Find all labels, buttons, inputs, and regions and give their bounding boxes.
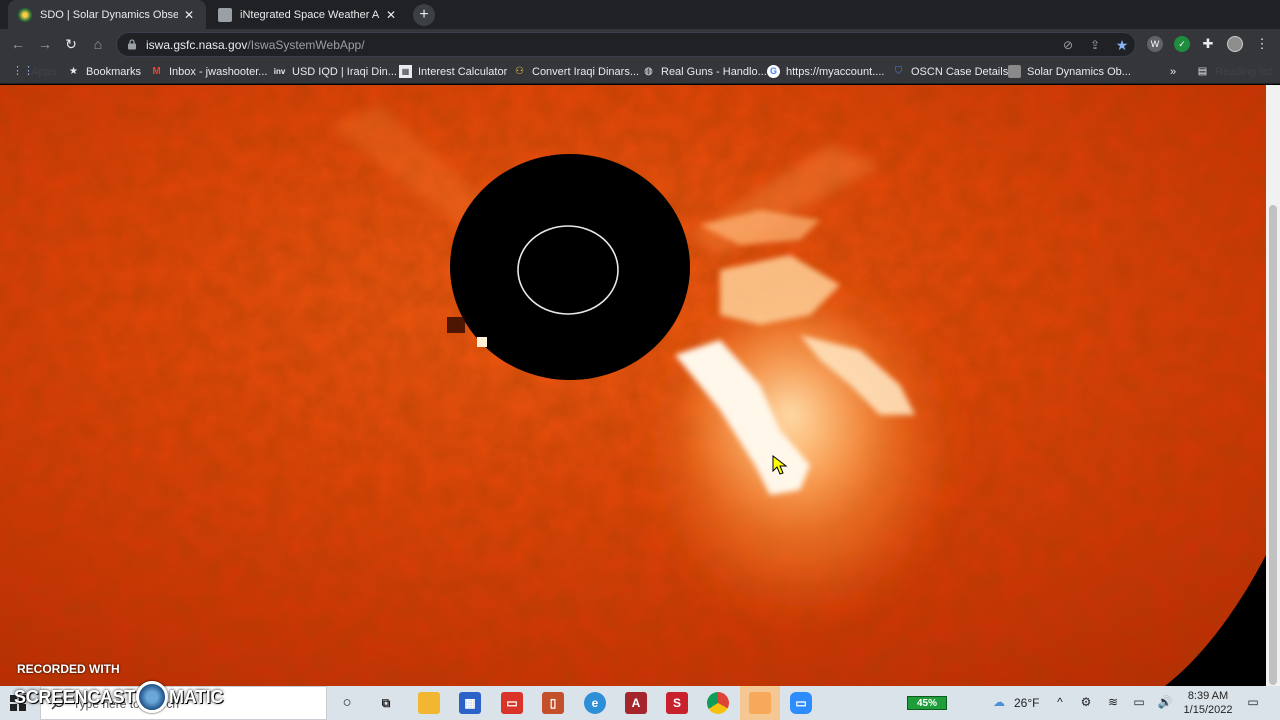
bookmark-label: Real Guns - Handlo... bbox=[661, 65, 767, 78]
bookmark-label: Solar Dynamics Ob... bbox=[1027, 65, 1131, 78]
share-icon[interactable]: ⇪ bbox=[1088, 38, 1102, 52]
back-arrow-icon[interactable]: ← bbox=[9, 35, 27, 53]
edge-icon[interactable]: e bbox=[584, 692, 606, 714]
extensions-puzzle-icon[interactable]: ✚ bbox=[1200, 36, 1216, 52]
w-extension-icon[interactable]: W bbox=[1147, 36, 1163, 52]
store-icon[interactable]: ▦ bbox=[459, 692, 481, 714]
reading-list-icon: ▤ bbox=[1197, 66, 1208, 77]
globe-icon: ◍ bbox=[644, 66, 653, 77]
reading-list-label: Reading list bbox=[1215, 65, 1273, 78]
iswa-favicon-icon bbox=[218, 7, 232, 22]
tab-sdo[interactable]: SDO | Solar Dynamics Observato ✕ bbox=[8, 0, 206, 29]
document-icon[interactable]: ▯ bbox=[542, 692, 564, 714]
cortana-icon[interactable]: ○ bbox=[336, 692, 358, 714]
bookmarks-bar: ⋮⋮ Apps ★ Bookmarks M Inbox - jwashooter… bbox=[0, 59, 1280, 84]
task-view-icon[interactable]: ⧉ bbox=[375, 692, 397, 714]
tracking-blocked-icon[interactable]: ⊘ bbox=[1061, 38, 1075, 52]
page-scrollbar[interactable] bbox=[1266, 85, 1280, 686]
sdo-favicon-icon bbox=[18, 7, 32, 22]
gmail-icon: M bbox=[152, 66, 161, 77]
bookmark-label: Inbox - jwashooter... bbox=[169, 65, 268, 78]
bookmark-interest-calculator[interactable]: ▦ Interest Calculator bbox=[399, 59, 507, 84]
clock-date: 1/15/2022 bbox=[1183, 704, 1233, 716]
menu-kebab-icon[interactable]: ⋮ bbox=[1254, 36, 1270, 52]
bookmark-bookmarks[interactable]: ★ Bookmarks bbox=[67, 59, 141, 84]
scrollbar-thumb[interactable] bbox=[1269, 205, 1277, 685]
browser-tab-strip: SDO | Solar Dynamics Observato ✕ iNtegra… bbox=[0, 0, 1280, 29]
apps-grid-icon: ⋮⋮ bbox=[12, 65, 34, 77]
wifi-icon[interactable]: ≋ bbox=[1105, 695, 1121, 709]
screencast-lens-icon bbox=[136, 681, 169, 713]
notifications-icon[interactable]: ▭ bbox=[1245, 695, 1261, 709]
inv-icon: inv bbox=[273, 67, 286, 76]
browser-toolbar: ← → ↻ ⌂ iswa.gsfc.nasa.gov/IswaSystemWeb… bbox=[0, 29, 1280, 59]
bookmark-gmail[interactable]: M Inbox - jwashooter... bbox=[150, 59, 267, 84]
screencast-app-icon[interactable] bbox=[749, 692, 771, 714]
coronagraph-image[interactable] bbox=[0, 85, 1266, 686]
access-icon[interactable]: A bbox=[625, 692, 647, 714]
bookmark-label: Convert Iraqi Dinars... bbox=[532, 65, 639, 78]
file-explorer-icon[interactable] bbox=[418, 692, 440, 714]
forward-arrow-icon[interactable]: → bbox=[36, 35, 54, 53]
zoom-icon[interactable]: ▭ bbox=[790, 692, 812, 714]
chrome-icon[interactable] bbox=[707, 692, 729, 714]
bookmarks-overflow-chevron-icon[interactable]: » bbox=[1170, 59, 1176, 84]
bookmark-label: https://myaccount.... bbox=[786, 65, 885, 78]
url-path: /IswaSystemWebApp/ bbox=[247, 38, 365, 52]
news-icon[interactable]: ▭ bbox=[501, 692, 523, 714]
onedrive-icon[interactable]: ⚙ bbox=[1078, 695, 1094, 709]
close-tab-icon[interactable]: ✕ bbox=[384, 8, 398, 22]
bookmark-convert-dinars[interactable]: ⚇ Convert Iraqi Dinars... bbox=[513, 59, 639, 84]
watermark-word-1: SCREENCAST bbox=[14, 686, 136, 707]
satellite-icon bbox=[1008, 65, 1021, 78]
bookmark-star-icon[interactable]: ★ bbox=[1115, 38, 1129, 52]
bookmark-label: USD IQD | Iraqi Din... bbox=[292, 65, 397, 78]
star-icon: ★ bbox=[69, 66, 78, 77]
google-icon: G bbox=[767, 65, 780, 78]
show-hidden-icons-chevron-icon[interactable]: ^ bbox=[1052, 695, 1068, 709]
mouse-cursor-icon bbox=[772, 455, 788, 475]
s-app-icon[interactable]: S bbox=[666, 692, 688, 714]
battery-tray-icon[interactable]: ▭ bbox=[1131, 695, 1147, 709]
new-tab-button[interactable]: + bbox=[413, 4, 435, 26]
lock-icon bbox=[128, 39, 136, 50]
tab-iswa[interactable]: iNtegrated Space Weather Analy ✕ bbox=[208, 0, 408, 29]
bookmark-label: OSCN Case Details bbox=[911, 65, 1009, 78]
taskbar-clock[interactable]: 8:39 AM 1/15/2022 bbox=[1180, 689, 1236, 717]
currency-icon: ⚇ bbox=[515, 66, 524, 77]
home-icon[interactable]: ⌂ bbox=[89, 35, 107, 53]
battery-indicator[interactable]: 45% bbox=[907, 696, 947, 710]
lasco-c2-difference-image bbox=[0, 85, 1266, 686]
bookmark-myaccount[interactable]: G https://myaccount.... bbox=[767, 59, 884, 84]
reload-icon[interactable]: ↻ bbox=[62, 35, 80, 53]
calculator-icon: ▦ bbox=[399, 65, 412, 78]
bookmark-real-guns[interactable]: ◍ Real Guns - Handlo... bbox=[642, 59, 767, 84]
url-host: iswa.gsfc.nasa.gov bbox=[146, 38, 248, 52]
url-text: iswa.gsfc.nasa.gov/IswaSystemWebApp/ bbox=[146, 38, 365, 52]
profile-avatar[interactable] bbox=[1227, 36, 1243, 52]
bookmark-apps[interactable]: ⋮⋮ Apps bbox=[12, 59, 56, 84]
shield-icon: ⛉ bbox=[894, 66, 903, 77]
bookmark-solar-dynamics[interactable]: Solar Dynamics Ob... bbox=[1008, 59, 1131, 84]
watermark-screencast-matic: SCREENCAST MATIC bbox=[14, 681, 223, 713]
tab-title: SDO | Solar Dynamics Observato bbox=[40, 8, 178, 21]
check-extension-icon[interactable]: ✓ bbox=[1174, 36, 1190, 52]
volume-icon[interactable]: 🔊 bbox=[1157, 695, 1173, 709]
weather-icon: ☁ bbox=[993, 695, 1005, 709]
address-bar[interactable]: iswa.gsfc.nasa.gov/IswaSystemWebApp/ ⊘ ⇪… bbox=[116, 32, 1136, 57]
reading-list-button[interactable]: ▤ Reading list bbox=[1196, 59, 1273, 84]
tab-title: iNtegrated Space Weather Analy bbox=[240, 8, 380, 21]
watermark-word-2: MATIC bbox=[169, 686, 224, 707]
bookmark-label: Bookmarks bbox=[86, 65, 142, 78]
bookmark-label: Apps bbox=[31, 65, 57, 78]
temperature-text[interactable]: 26°F bbox=[1014, 696, 1039, 710]
watermark-recorded-with: RECORDED WITH bbox=[17, 662, 120, 676]
close-tab-icon[interactable]: ✕ bbox=[182, 8, 196, 22]
bookmark-oscn[interactable]: ⛉ OSCN Case Details bbox=[892, 59, 1008, 84]
bookmark-usd-iqd[interactable]: inv USD IQD | Iraqi Din... bbox=[273, 59, 397, 84]
bookmark-label: Interest Calculator bbox=[418, 65, 508, 78]
clock-time: 8:39 AM bbox=[1187, 690, 1229, 702]
